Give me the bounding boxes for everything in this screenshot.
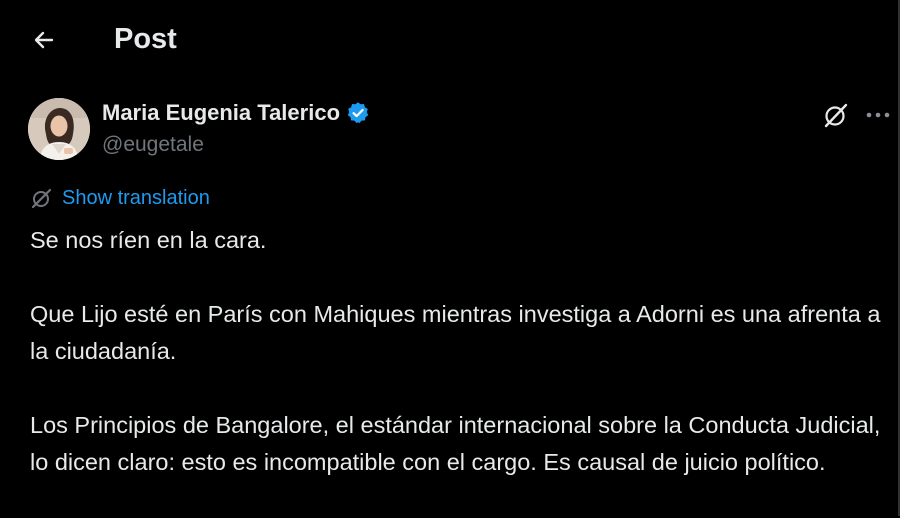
post-header: Post: [0, 0, 898, 78]
translate-slash-icon: [31, 188, 52, 209]
verified-badge-icon[interactable]: [346, 101, 370, 125]
post-text: Se nos ríen en la cara. Que Lijo esté en…: [30, 222, 892, 518]
grok-slash-icon: [824, 103, 848, 128]
show-translation-link[interactable]: Show translation: [30, 185, 210, 211]
more-horizontal-icon: [866, 112, 890, 118]
profile-photo: [28, 98, 90, 160]
avatar[interactable]: [28, 98, 90, 160]
author-handle[interactable]: @eugetale: [102, 131, 204, 159]
post-paragraph: Que Lijo esté en París con Mahiques mien…: [30, 301, 881, 364]
more-button[interactable]: [860, 98, 896, 132]
post-paragraph: Se nos ríen en la cara.: [30, 227, 267, 253]
grok-button[interactable]: [818, 98, 854, 132]
show-translation-label[interactable]: Show translation: [62, 185, 210, 211]
author-name[interactable]: Maria Eugenia Talerico: [102, 99, 340, 127]
page-title: Post: [114, 23, 177, 55]
arrow-left-icon: [34, 31, 54, 49]
post-paragraph: Los Principios de Bangalore, el estándar…: [30, 412, 881, 475]
back-button[interactable]: [24, 20, 64, 60]
author-name-row: Maria Eugenia Talerico: [102, 99, 370, 127]
